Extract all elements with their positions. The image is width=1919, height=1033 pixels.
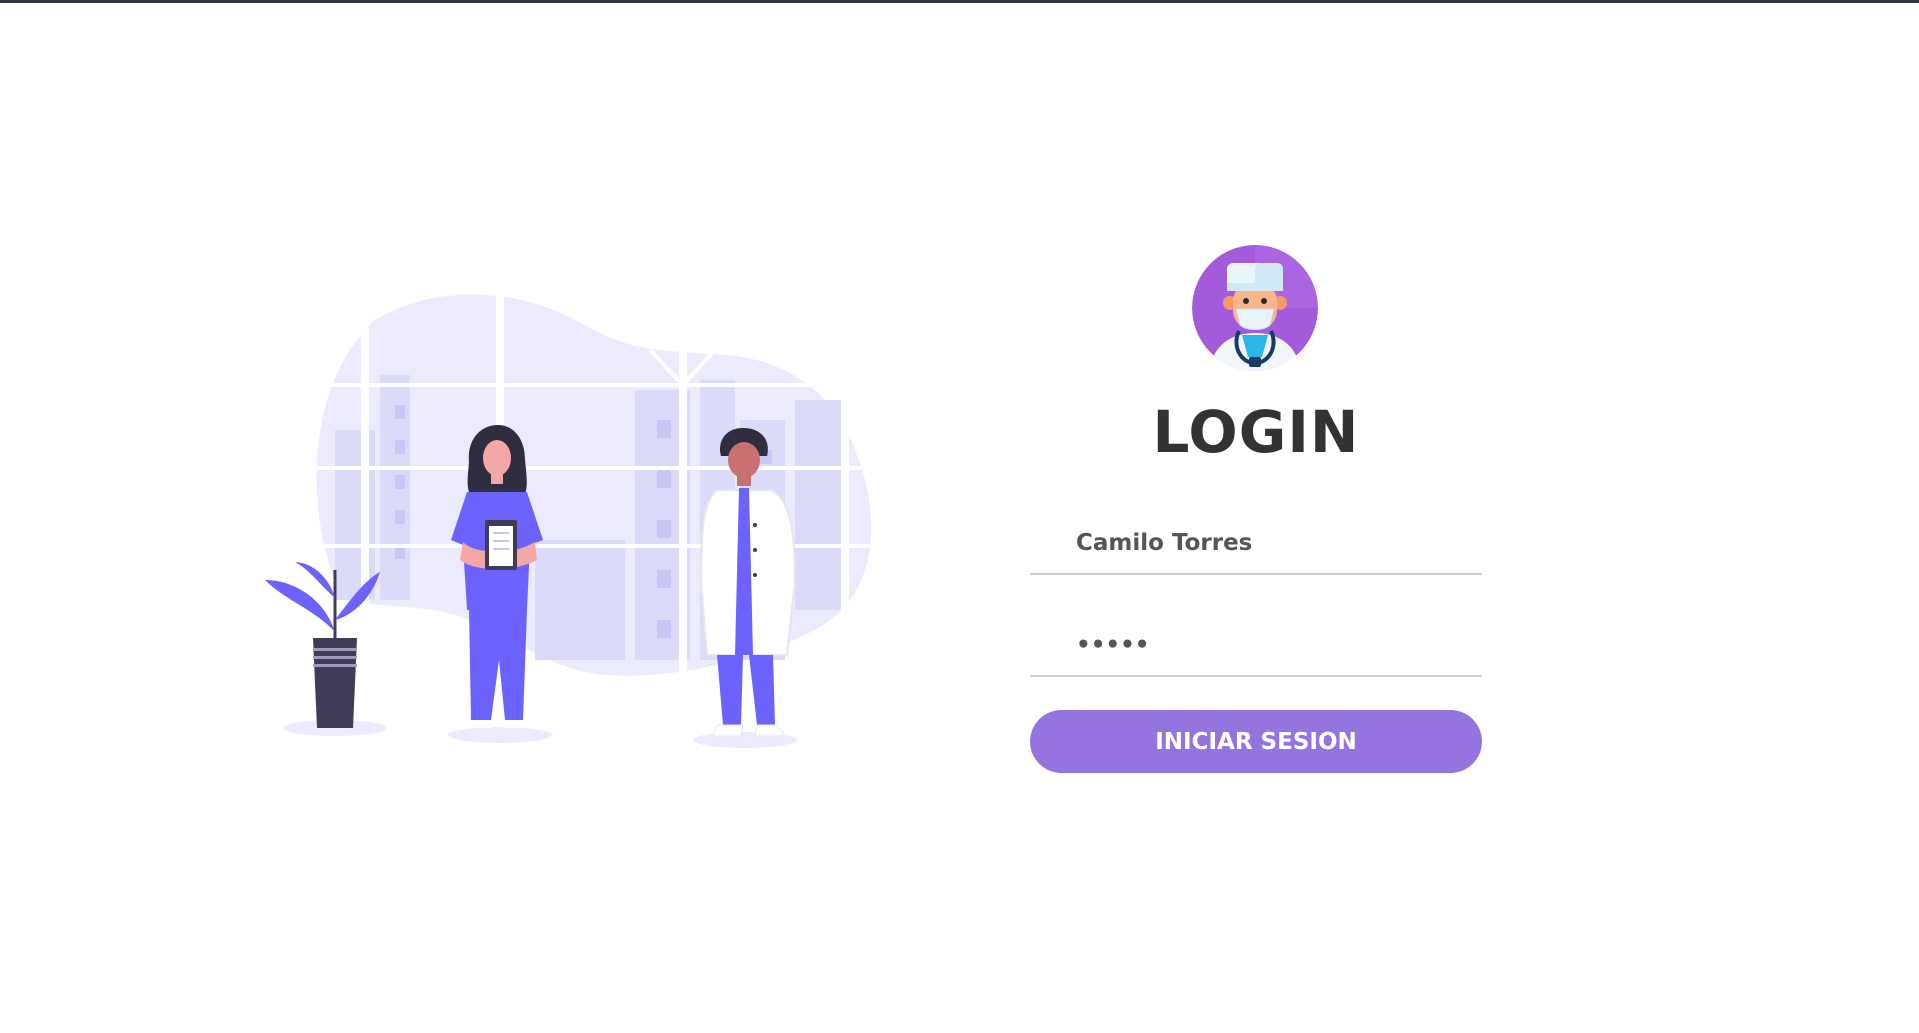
username-field-container xyxy=(1030,513,1482,575)
medical-staff-illustration xyxy=(255,280,915,760)
login-title: LOGIN xyxy=(1152,398,1360,466)
login-panel: LOGIN INICIAR SESION xyxy=(1030,240,1482,780)
password-input[interactable] xyxy=(1030,615,1482,675)
login-button[interactable]: INICIAR SESION xyxy=(1030,710,1482,773)
doctor-avatar-icon xyxy=(1192,245,1318,371)
password-underline xyxy=(1030,675,1482,677)
top-border xyxy=(0,0,1919,3)
password-field-container xyxy=(1030,615,1482,677)
username-underline xyxy=(1030,573,1482,575)
username-input[interactable] xyxy=(1030,513,1482,573)
